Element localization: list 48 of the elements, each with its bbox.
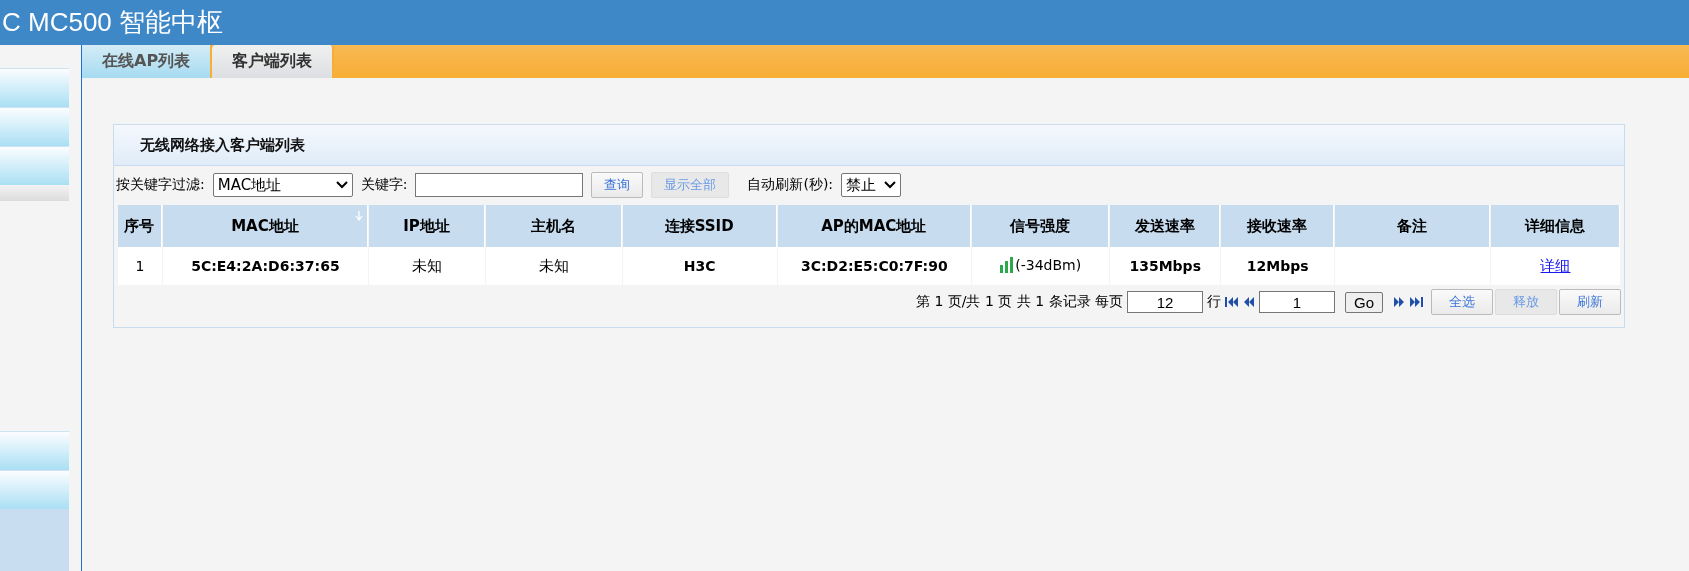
- signal-reading: (-34dBm): [1015, 256, 1082, 273]
- column-header[interactable]: IP地址: [369, 205, 486, 247]
- next-page-icon[interactable]: [1393, 296, 1405, 308]
- go-button[interactable]: Go: [1345, 291, 1383, 313]
- filter-button[interactable]: 查询: [591, 172, 644, 198]
- column-header[interactable]: 主机名: [486, 205, 622, 247]
- pager-summary: 第 1 页/共 1 页 共 1 条记录 每页: [915, 293, 1123, 311]
- pager-button[interactable]: 刷新: [1559, 289, 1621, 315]
- sort-arrow-icon: [355, 211, 364, 221]
- table-cell: 未知: [369, 247, 486, 285]
- column-header[interactable]: AP的MAC地址: [777, 205, 971, 247]
- table-cell: 1: [118, 247, 162, 285]
- auto-refresh-label: 自动刷新(秒):: [747, 176, 834, 194]
- signal-bars-icon: [1000, 256, 1015, 273]
- detail-link[interactable]: 详细: [1540, 256, 1571, 275]
- column-header[interactable]: 接收速率: [1221, 205, 1335, 247]
- filter-dropdown[interactable]: MAC地址: [212, 173, 353, 197]
- chevron-down-icon: [335, 181, 348, 189]
- table-cell: 12Mbps: [1221, 247, 1335, 285]
- filter-label: 按关键字过滤:: [116, 176, 205, 194]
- sidebar-panel: [0, 509, 69, 571]
- first-page-icon[interactable]: [1225, 296, 1239, 308]
- per-page-field[interactable]: 12: [1127, 291, 1203, 313]
- column-header[interactable]: 连接SSID: [622, 205, 777, 247]
- table-cell: 3C:D2:E5:C0:7F:90: [777, 247, 971, 285]
- pager-button[interactable]: 全选: [1431, 289, 1493, 315]
- rows-label: 行: [1207, 293, 1221, 311]
- panel-title: 无线网络接入客户端列表: [140, 135, 305, 155]
- table-cell: H3C: [622, 247, 777, 285]
- table-cell: 未知: [486, 247, 622, 285]
- column-header[interactable]: MAC地址: [162, 205, 369, 247]
- chevron-down-icon: [884, 181, 897, 189]
- column-header[interactable]: 备注: [1335, 205, 1490, 247]
- page-field[interactable]: 1: [1259, 291, 1335, 313]
- column-header[interactable]: 序号: [118, 205, 162, 247]
- tab[interactable]: 在线AP列表: [82, 45, 213, 78]
- table-cell: 5C:E4:2A:D6:37:65: [162, 247, 369, 285]
- column-header[interactable]: 发送速率: [1110, 205, 1220, 247]
- table-cell: 135Mbps: [1110, 247, 1220, 285]
- previous-page-icon[interactable]: [1243, 296, 1255, 308]
- tab[interactable]: 客户端列表: [212, 45, 335, 78]
- auto-refresh-dropdown[interactable]: 禁止: [841, 173, 902, 197]
- keyword-label: 关键字:: [360, 176, 408, 194]
- column-header[interactable]: 信号强度: [972, 205, 1110, 247]
- app-title: C MC500 智能中枢: [1, 6, 224, 39]
- keyword-field[interactable]: [415, 173, 584, 197]
- column-header[interactable]: 详细信息: [1490, 205, 1620, 247]
- last-page-icon[interactable]: [1409, 296, 1423, 308]
